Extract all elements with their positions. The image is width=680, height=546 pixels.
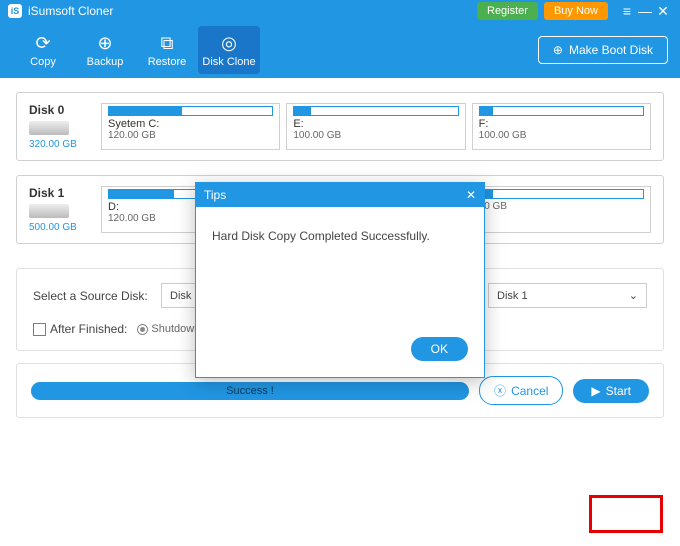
partition[interactable]: 00 GB (472, 186, 651, 233)
tab-backup-label: Backup (87, 56, 124, 68)
tab-restore[interactable]: ⧉ Restore (136, 26, 198, 74)
target-disk-select[interactable]: Disk 1 ⌄ (488, 283, 647, 308)
cancel-label: Cancel (511, 384, 548, 398)
buy-now-button[interactable]: Buy Now (544, 2, 608, 20)
partition-size: 100.00 GB (479, 130, 644, 141)
tab-copy[interactable]: ⟳ Copy (12, 26, 74, 74)
backup-icon: ⊕ (97, 33, 112, 54)
dialog-close-icon[interactable]: ✕ (466, 188, 476, 202)
partition-size: 100.00 GB (293, 130, 458, 141)
hdd-icon (29, 121, 69, 135)
tab-disk-clone[interactable]: ◎ Disk Clone (198, 26, 260, 74)
disk-size: 320.00 GB (29, 139, 77, 150)
after-finished-label: After Finished: (50, 322, 127, 336)
partition[interactable]: F:100.00 GB (472, 103, 651, 150)
restore-icon: ⧉ (161, 33, 174, 54)
partition[interactable]: Syetem C:120.00 GB (101, 103, 280, 150)
start-button[interactable]: ▶ Start (573, 379, 649, 403)
partition[interactable]: E:100.00 GB (286, 103, 465, 150)
highlight-box (589, 495, 663, 533)
boot-disk-label: Make Boot Disk (569, 43, 653, 57)
tab-backup[interactable]: ⊕ Backup (74, 26, 136, 74)
disk-name: Disk 1 (29, 186, 64, 200)
hdd-icon (29, 204, 69, 218)
progress-bar: Success ! (31, 382, 469, 400)
tab-copy-label: Copy (30, 56, 56, 68)
dialog-message: Hard Disk Copy Completed Successfully. (196, 207, 484, 327)
cancel-button[interactable]: ⓧ Cancel (479, 376, 563, 405)
start-label: Start (606, 384, 631, 398)
dialog-ok-button[interactable]: OK (411, 337, 468, 361)
copy-icon: ⟳ (35, 33, 50, 54)
chevron-down-icon: ⌄ (629, 289, 638, 302)
tab-disk-clone-label: Disk Clone (202, 56, 255, 68)
disk-size: 500.00 GB (29, 222, 77, 233)
source-disk-label: Select a Source Disk: (33, 289, 151, 303)
disk-name: Disk 0 (29, 103, 64, 117)
partition-size: 120.00 GB (108, 130, 273, 141)
toolbar: ⟳ Copy ⊕ Backup ⧉ Restore ◎ Disk Clone ⊕ Make… (0, 22, 680, 78)
select-value: Disk 1 (497, 290, 528, 302)
partition-size: 00 GB (479, 201, 644, 212)
play-circle-icon: ▶ (591, 384, 600, 398)
disk-row[interactable]: Disk 0 320.00 GB Syetem C:120.00 GB E:10… (16, 92, 664, 161)
minimize-icon[interactable]: — (636, 3, 654, 19)
titlebar: iS iSumsoft Cloner Register Buy Now ≡ — … (0, 0, 680, 22)
tab-restore-label: Restore (148, 56, 187, 68)
plus-circle-icon: ⊕ (553, 43, 563, 57)
partition-label: E: (293, 118, 458, 130)
make-boot-disk-button[interactable]: ⊕ Make Boot Disk (538, 36, 668, 64)
app-title: iSumsoft Cloner (28, 4, 113, 18)
menu-icon[interactable]: ≡ (618, 3, 636, 19)
close-icon[interactable]: ✕ (654, 3, 672, 20)
after-finished-checkbox[interactable]: After Finished: (33, 322, 127, 336)
dialog-title: Tips (204, 188, 226, 202)
radio-shutdown[interactable]: Shutdown (137, 323, 200, 335)
progress-text: Success ! (226, 385, 274, 397)
partition-label: Syetem C: (108, 118, 273, 130)
register-button[interactable]: Register (477, 2, 538, 20)
tips-dialog: Tips ✕ Hard Disk Copy Completed Successfu… (195, 182, 485, 378)
app-logo-icon: iS (8, 4, 22, 18)
radio-label: Shutdown (151, 323, 200, 335)
x-circle-icon: ⓧ (494, 382, 506, 399)
partition-label: F: (479, 118, 644, 130)
disk-clone-icon: ◎ (221, 33, 237, 54)
